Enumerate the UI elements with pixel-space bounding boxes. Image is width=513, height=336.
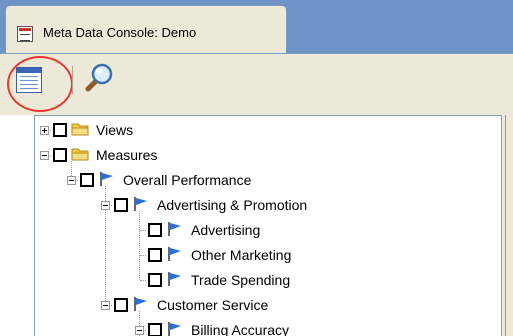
tab-title: Meta Data Console: Demo [43, 25, 197, 40]
tree-item-label: Trade Spending [191, 272, 291, 288]
overall-performance-checkbox[interactable] [80, 173, 94, 187]
measures-expander[interactable] [40, 151, 49, 160]
folder-icon [71, 146, 89, 162]
tree-connector [140, 255, 146, 256]
tree-item-label: Other Marketing [191, 247, 292, 263]
flag-icon [98, 171, 116, 187]
flag-icon [132, 296, 150, 312]
flag-icon [166, 246, 184, 262]
tree-item-label: Views [96, 122, 134, 138]
advertising-checkbox[interactable] [148, 223, 162, 237]
tree-item-label: Overall Performance [123, 172, 252, 188]
tree-item-label: Advertising [191, 222, 261, 238]
highlight-annotation [7, 56, 73, 112]
trade-spending-checkbox[interactable] [148, 273, 162, 287]
flag-icon [166, 221, 184, 237]
other-marketing-checkbox[interactable] [148, 248, 162, 262]
toolbar [0, 53, 513, 115]
measures-checkbox[interactable] [53, 148, 67, 162]
toolbar-separator [72, 66, 73, 94]
advertising-and-promotion-expander[interactable] [101, 201, 110, 210]
overall-performance-expander[interactable] [67, 176, 76, 185]
customer-service-expander[interactable] [101, 301, 110, 310]
folder-icon [71, 121, 89, 137]
tree-connector [140, 230, 146, 231]
tree-connector [140, 280, 146, 281]
tree-item-label: Advertising & Promotion [157, 197, 308, 213]
console-app-icon [17, 26, 33, 42]
flag-icon [166, 271, 184, 287]
views-expander[interactable] [40, 126, 49, 135]
flag-icon [132, 196, 150, 212]
detail-pane-edge [501, 115, 513, 336]
tree-item-label: Measures [96, 147, 158, 163]
advertising-and-promotion-checkbox[interactable] [114, 198, 128, 212]
metadata-tree[interactable]: Views Measures Overall Performance Advertis… [34, 115, 501, 336]
views-checkbox[interactable] [53, 123, 67, 137]
magnifier-icon [85, 63, 113, 92]
tree-connector [139, 211, 140, 280]
tree-item-label: Customer Service [157, 297, 269, 313]
customer-service-checkbox[interactable] [114, 298, 128, 312]
console-tab[interactable]: Meta Data Console: Demo [5, 5, 287, 53]
flag-icon [166, 321, 184, 336]
billing-accuracy-checkbox[interactable] [148, 323, 162, 336]
search-button[interactable] [80, 60, 116, 96]
billing-accuracy-expander[interactable] [135, 326, 144, 335]
tree-item-label: Billing Accuracy [191, 322, 290, 336]
